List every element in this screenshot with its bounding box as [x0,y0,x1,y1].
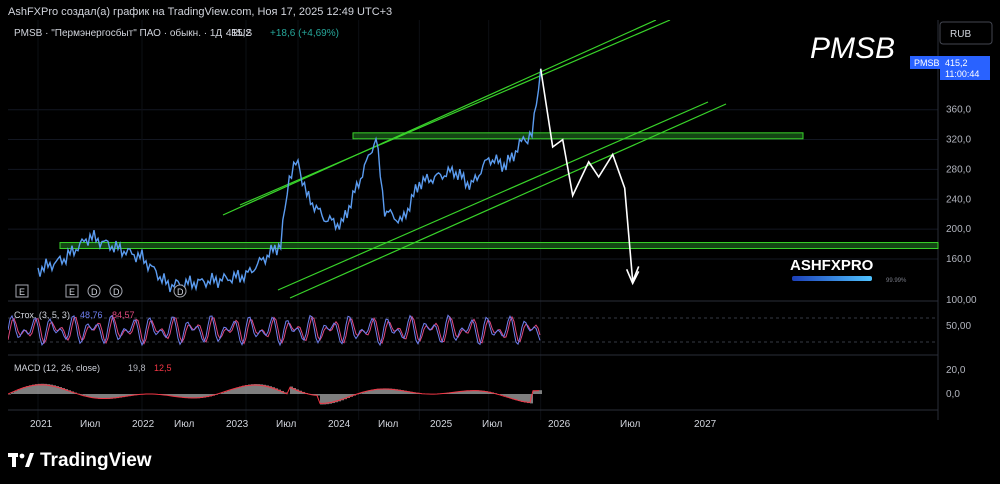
y-tick-label: 240,0 [946,194,971,205]
brand-overlay-bar [792,276,872,281]
price-change: +18,6 (+4,69%) [270,28,339,39]
chart-credit: AshFXPro создал(а) график на TradingView… [8,6,393,18]
macd-pane [8,383,542,405]
macd-histogram-bar [524,394,527,403]
event-marker-label: D [91,287,98,297]
macd-signal-value: 12,5 [154,363,172,373]
symbol-description: PMSB · "Пермэнергосбыт" ПАО · обыкн. · 1… [14,27,253,39]
price-tag-symbol: PMSB [914,58,940,68]
y-tick-label: 320,0 [946,135,971,146]
macd-tick-label: 0,0 [946,389,960,400]
event-marker-label: E [19,287,25,297]
stochastic-pane [8,314,938,347]
event-marker-e[interactable]: E [65,284,79,298]
macd-histogram-bar [242,385,245,394]
price-tag-price: 415,2 [945,58,968,68]
price-zone [59,242,939,250]
projection-line [539,68,640,282]
macd-tick-label: 20,0 [946,365,966,376]
stoch-k-value: 48,76 [80,310,103,320]
macd-histogram-bar [32,384,35,394]
channel-line [239,20,671,206]
last-price: 415,2 [226,28,251,39]
macd-histogram-bar [29,385,32,394]
event-markers: EEDDD [15,284,187,298]
y-tick-label: 200,0 [946,224,971,235]
y-tick-label: 280,0 [946,164,971,175]
channel-line [277,101,709,291]
price-tag-countdown: 11:00:44 [945,69,979,79]
x-tick-label: Июл [276,419,296,430]
tradingview-icon [8,453,34,467]
x-tick-label: Июл [80,419,100,430]
stoch-label: Стох. (3, 5, 3) [14,310,70,320]
stoch-tick-label: 50,00 [946,321,971,332]
macd-histogram-bar [539,390,542,394]
support-resistance-zones [59,132,939,250]
macd-label: MACD (12, 26, close) [14,363,100,373]
chart-canvas[interactable]: E E D D D 360,0 320,0 280,0 240,0 200,0 160,0 100,… [8,20,994,433]
x-tick-label: 2025 [430,419,453,430]
macd-histogram-bar [251,384,254,394]
macd-value: 19,8 [128,363,146,373]
y-tick-label: 360,0 [946,105,971,116]
x-tick-label: Июл [482,419,502,430]
chart-frame: E E D D D 360,0 320,0 280,0 240,0 200,0 160,0 100,… [8,20,994,433]
x-tick-label: 2026 [548,419,571,430]
macd-histogram-bar [35,384,38,394]
tradingview-logo[interactable]: TradingView [8,450,152,472]
symbol-watermark: PMSB [810,32,895,65]
macd-histogram-bar [245,385,248,394]
x-tick-label: 2022 [132,419,155,430]
event-marker-e[interactable]: E [15,284,29,298]
currency-label: RUB [950,29,971,40]
x-tick-label: Июл [378,419,398,430]
x-tick-label: 2021 [30,419,53,430]
brand-overlay-percent: 99.99% [886,278,907,284]
stoch-d-value: 84,57 [112,310,135,320]
brand-overlay-name: ASHFXPRO [790,257,874,274]
event-marker-label: D [177,287,184,297]
macd-histogram-bar [521,394,524,402]
x-tick-label: Июл [174,419,194,430]
x-tick-label: 2027 [694,419,717,430]
event-marker-d[interactable]: D [173,284,187,298]
event-marker-d[interactable]: D [87,284,101,298]
macd-histogram-bar [248,384,251,394]
event-marker-label: E [69,287,75,297]
tradingview-wordmark: TradingView [40,450,152,471]
x-tick-label: 2023 [226,419,249,430]
x-tick-label: Июл [620,419,640,430]
stoch-tick-label: 100,00 [946,295,977,306]
y-tick-label: 160,0 [946,254,971,265]
grid-lines [8,20,939,420]
event-marker-label: D [113,287,120,297]
event-marker-d[interactable]: D [109,284,123,298]
price-zone [352,132,804,140]
x-tick-label: 2024 [328,419,351,430]
